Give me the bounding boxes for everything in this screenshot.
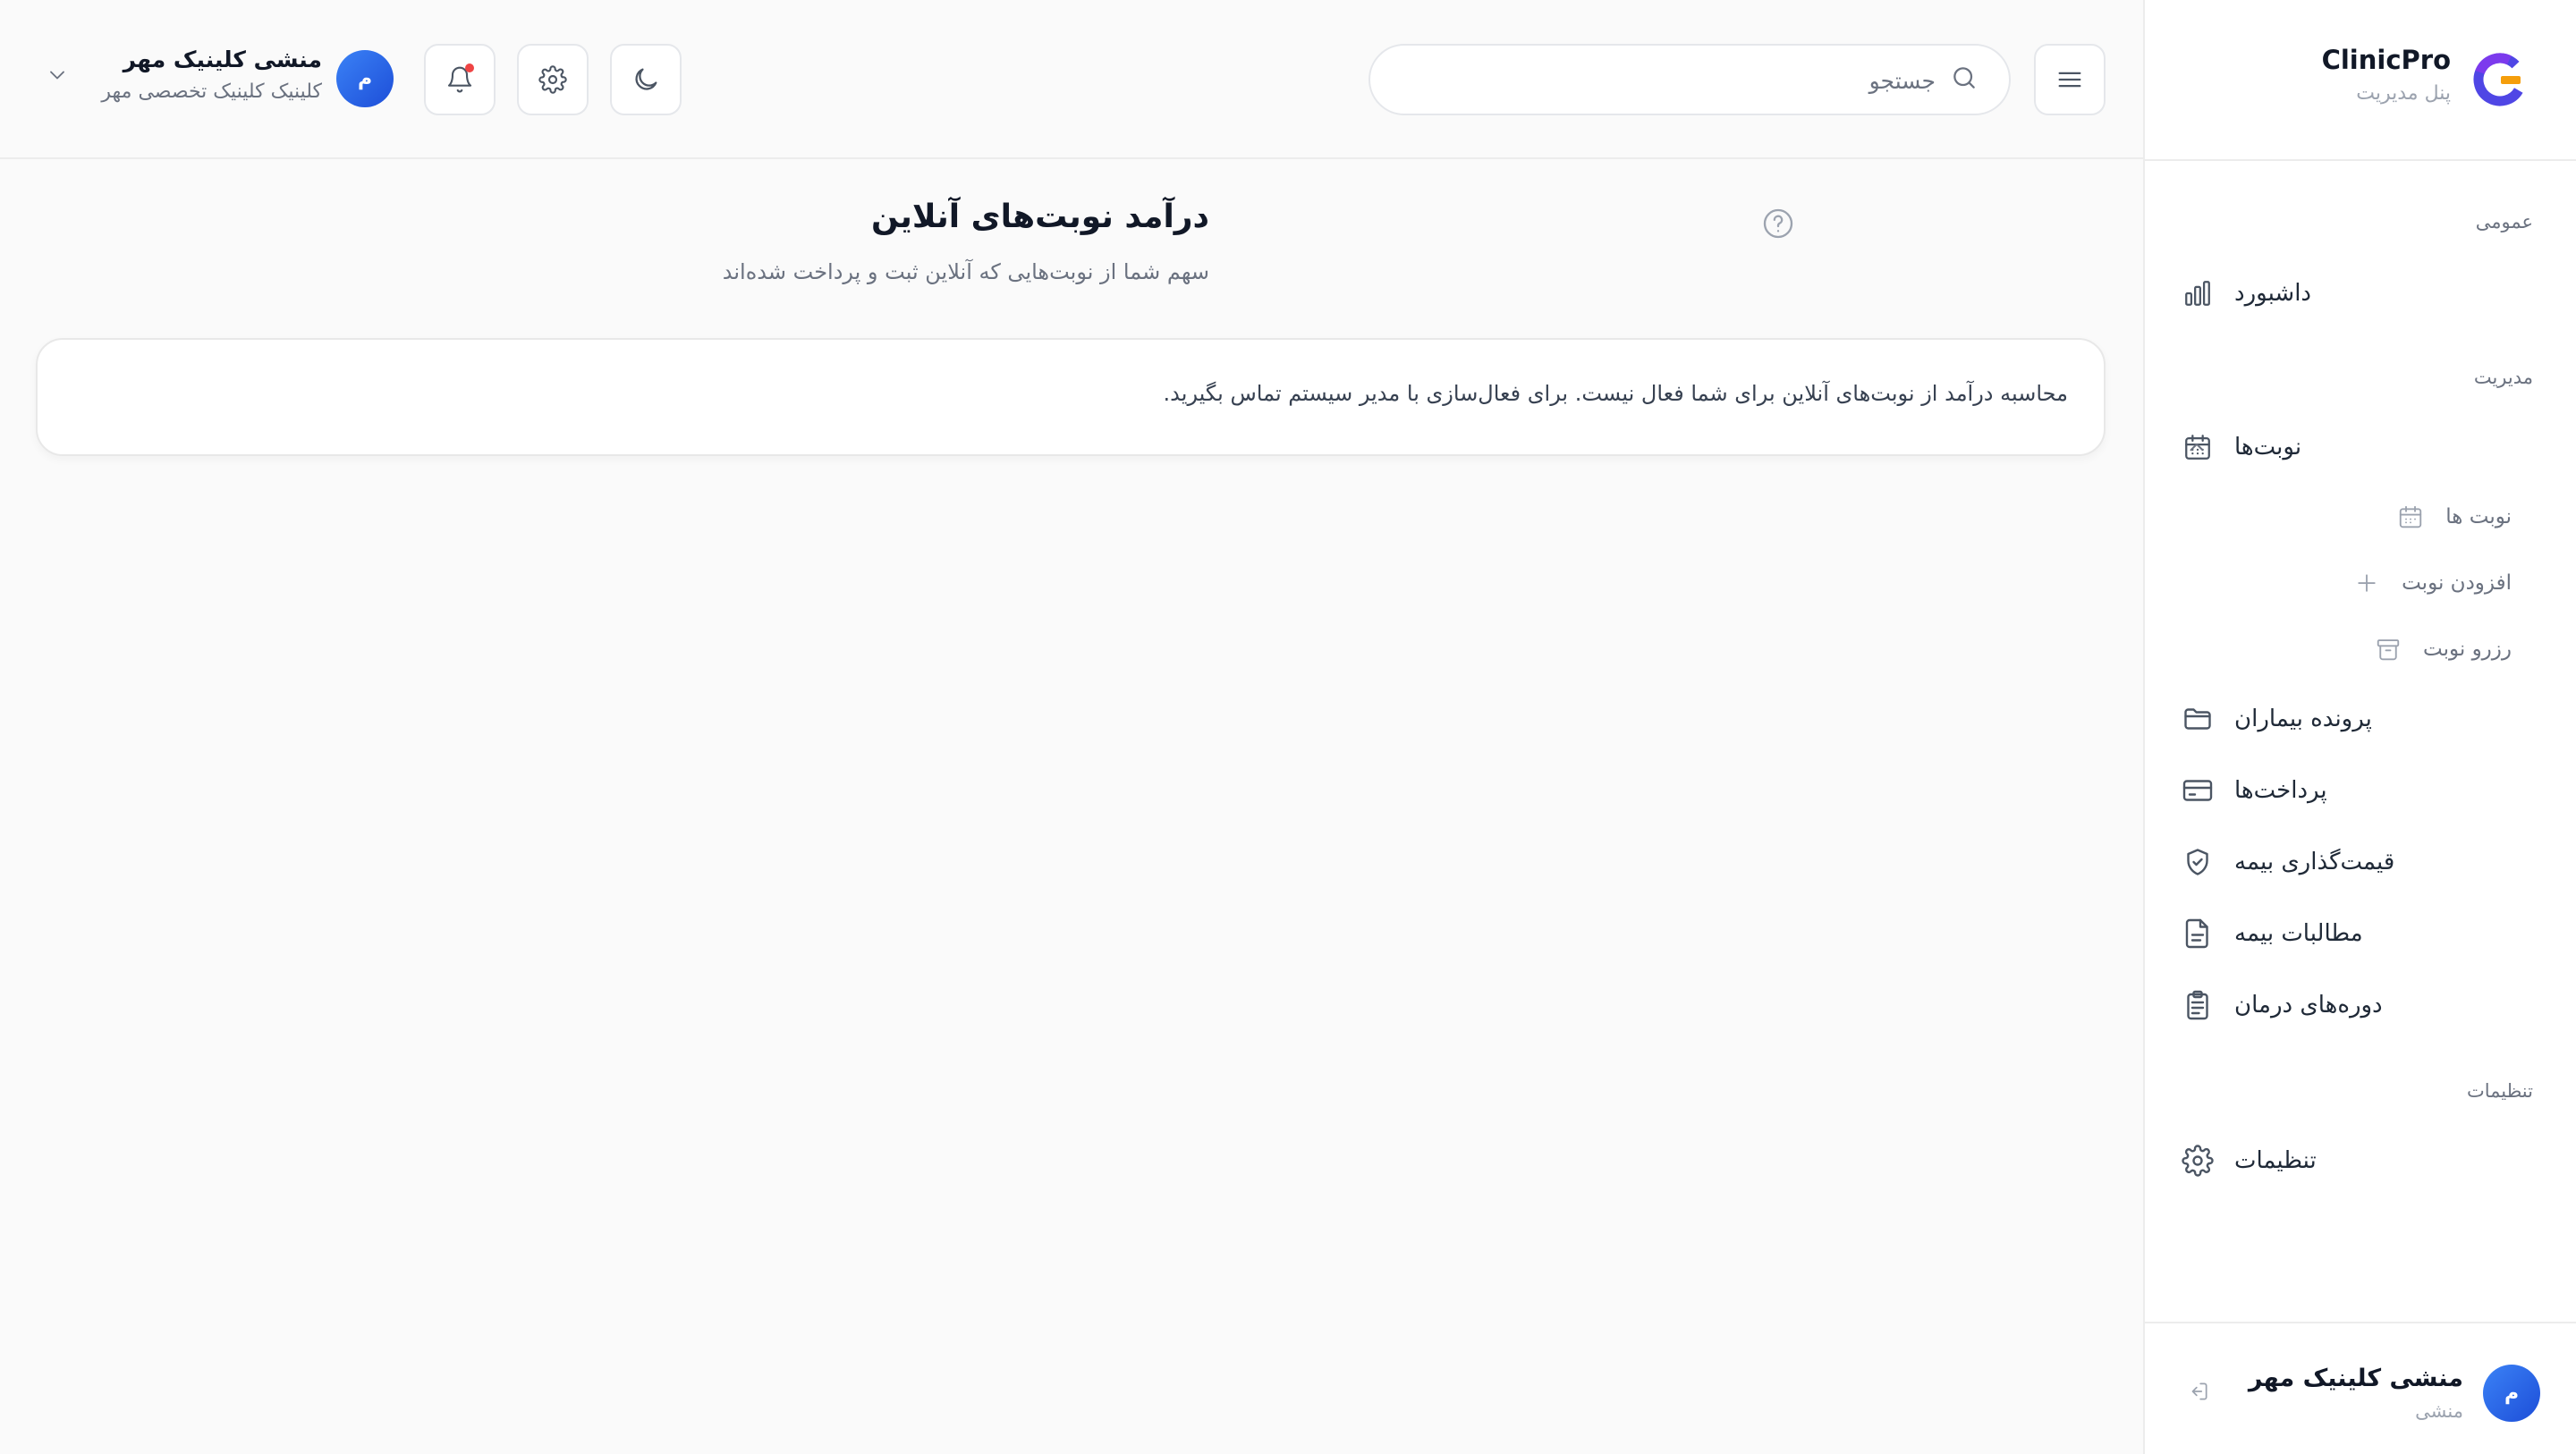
sidebar-item-patients[interactable]: پرونده بیماران bbox=[2181, 694, 2533, 744]
sidebar-item-label: پرداخت‌ها bbox=[2234, 777, 2327, 804]
calendar-icon bbox=[2395, 502, 2426, 532]
logout-icon[interactable] bbox=[2182, 1375, 2215, 1408]
search-icon bbox=[1950, 63, 1982, 96]
hamburger-menu-icon bbox=[2055, 64, 2085, 95]
notifications-button[interactable] bbox=[424, 44, 496, 115]
user-role: منشی bbox=[2415, 1400, 2463, 1422]
sidebar-item-settings[interactable]: تنظیمات bbox=[2181, 1136, 2533, 1186]
notification-badge bbox=[465, 63, 474, 72]
bar-chart-icon bbox=[2181, 276, 2215, 310]
settings-button[interactable] bbox=[517, 44, 589, 115]
gear-icon bbox=[2181, 1144, 2215, 1178]
sidebar: ClinicPro پنل مدیریت عمومی داشبورد مدیری… bbox=[2143, 0, 2576, 1454]
sidebar-subitem-label: افزودن نوبت bbox=[2402, 571, 2512, 595]
brand-subtitle: پنل مدیریت bbox=[2356, 82, 2451, 105]
page-subtitle: سهم شما از نوبت‌هایی که آنلاین ثبت و پرد… bbox=[722, 259, 1209, 284]
user-name: منشی کلینیک مهر bbox=[2248, 1365, 2463, 1392]
menu-toggle-button[interactable] bbox=[2034, 44, 2106, 115]
avatar[interactable]: م bbox=[2483, 1365, 2540, 1422]
section-label-general: عمومی bbox=[2475, 211, 2533, 232]
sidebar-item-treatment-courses[interactable]: دوره‌های درمان bbox=[2181, 980, 2533, 1030]
sidebar-subitem-appointment-list[interactable]: نوبت ها bbox=[2395, 494, 2512, 540]
sidebar-item-label: تنظیمات bbox=[2234, 1147, 2317, 1174]
sidebar-subitem-add-appointment[interactable]: افزودن نوبت bbox=[2351, 560, 2512, 606]
chevron-down-icon bbox=[45, 63, 77, 95]
sidebar-item-label: مطالبات بیمه bbox=[2234, 920, 2363, 947]
sidebar-item-appointments[interactable]: نوبت‌ها bbox=[2181, 422, 2533, 472]
sidebar-subitem-label: نوبت ها bbox=[2445, 505, 2512, 528]
dark-mode-toggle-button[interactable] bbox=[610, 44, 682, 115]
user-menu[interactable]: م منشی کلینیک مهر کلینیک کلینیک تخصصی مه… bbox=[45, 36, 394, 122]
moon-icon bbox=[631, 64, 661, 95]
user-clinic: کلینیک کلینیک تخصصی مهر bbox=[101, 80, 322, 103]
search-box[interactable] bbox=[1368, 44, 2011, 115]
sidebar-item-label: داشبورد bbox=[2234, 280, 2311, 307]
section-label-settings: تنظیمات bbox=[2466, 1080, 2533, 1102]
help-circle-icon[interactable] bbox=[1760, 206, 1796, 241]
brand-header: ClinicPro پنل مدیریت bbox=[2145, 0, 2576, 161]
user-name: منشی کلینیک مهر bbox=[123, 46, 322, 72]
sidebar-item-dashboard[interactable]: داشبورد bbox=[2181, 268, 2533, 318]
archive-icon bbox=[2373, 634, 2403, 664]
sidebar-user-footer: م منشی کلینیک مهر منشی bbox=[2145, 1322, 2576, 1454]
sidebar-item-label: قیمت‌گذاری بیمه bbox=[2234, 849, 2395, 875]
clipboard-icon bbox=[2181, 988, 2215, 1022]
sidebar-item-label: پرونده بیماران bbox=[2234, 706, 2372, 732]
top-bar: م منشی کلینیک مهر کلینیک کلینیک تخصصی مه… bbox=[0, 0, 2143, 159]
brand-title: ClinicPro bbox=[2321, 45, 2451, 75]
section-label-management: مدیریت bbox=[2473, 367, 2533, 388]
folder-icon bbox=[2181, 702, 2215, 736]
sidebar-item-label: دوره‌های درمان bbox=[2234, 992, 2383, 1019]
document-icon bbox=[2181, 917, 2215, 951]
sidebar-subitem-label: رزرو نوبت bbox=[2422, 638, 2512, 661]
gear-icon bbox=[538, 65, 567, 94]
chevron-up-icon[interactable] bbox=[2181, 431, 2213, 463]
sidebar-item-label: نوبت‌ها bbox=[2234, 434, 2302, 461]
sidebar-item-payments[interactable]: پرداخت‌ها bbox=[2181, 765, 2533, 816]
sidebar-subitem-reserve-appointment[interactable]: رزرو نوبت bbox=[2373, 626, 2512, 672]
clinicpro-logo-icon bbox=[2469, 48, 2531, 111]
avatar: م bbox=[336, 50, 394, 107]
search-input[interactable] bbox=[1433, 60, 1937, 101]
alert-message: محاسبه درآمد از نوبت‌های آنلاین برای شما… bbox=[1163, 381, 2068, 406]
page-title: درآمد نوبت‌های آنلاین bbox=[871, 199, 1209, 235]
plus-icon bbox=[2351, 568, 2382, 598]
info-alert-card: محاسبه درآمد از نوبت‌های آنلاین برای شما… bbox=[36, 338, 2106, 456]
credit-card-icon bbox=[2181, 773, 2215, 807]
sidebar-item-insurance-pricing[interactable]: قیمت‌گذاری بیمه bbox=[2181, 837, 2533, 887]
sidebar-item-insurance-claims[interactable]: مطالبات بیمه bbox=[2181, 909, 2533, 959]
shield-check-icon bbox=[2181, 845, 2215, 879]
